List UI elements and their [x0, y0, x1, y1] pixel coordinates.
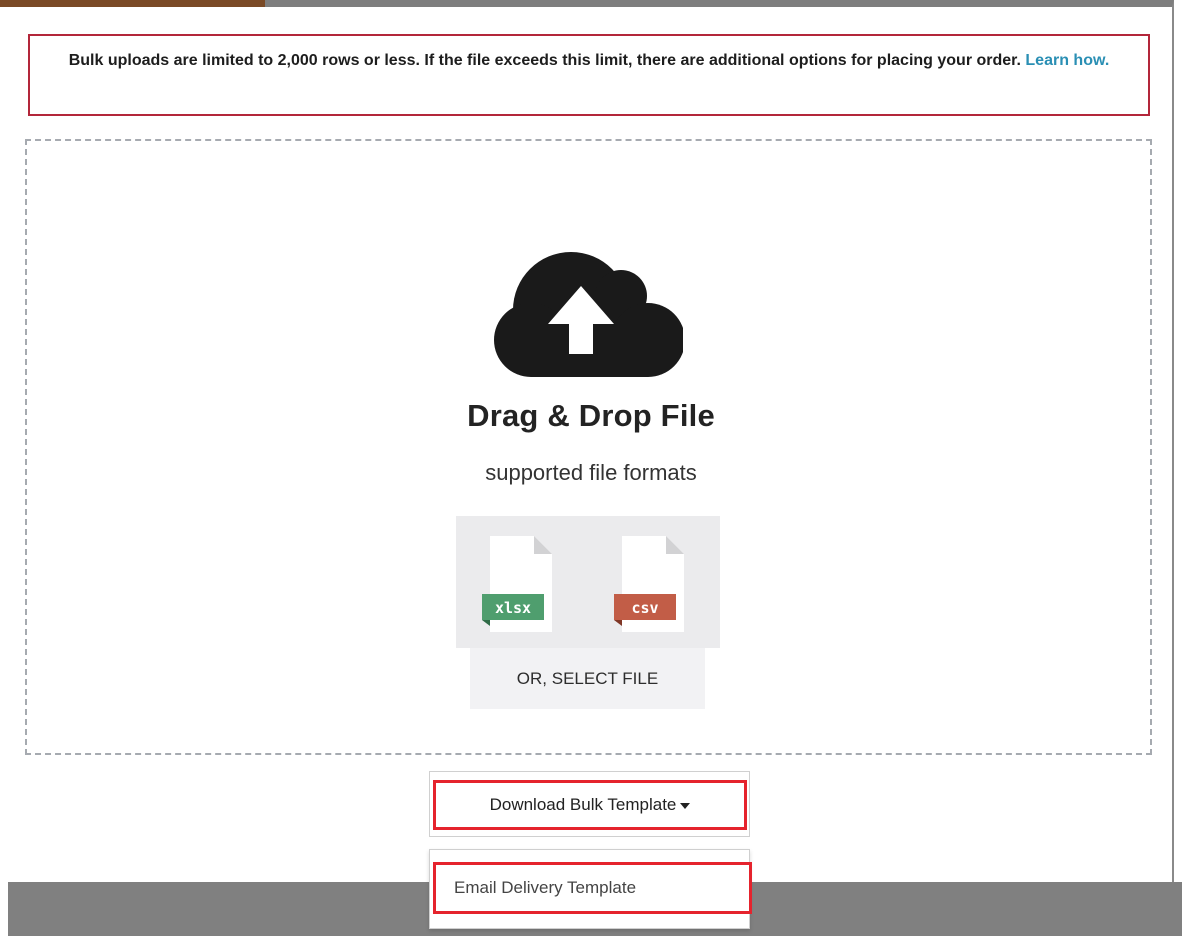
bulk-limit-notice: Bulk uploads are limited to 2,000 rows o… [28, 34, 1150, 116]
dropzone-title: Drag & Drop File [467, 398, 715, 433]
supported-formats-box: xlsx csv [456, 516, 720, 648]
learn-how-link[interactable]: Learn how. [1025, 52, 1109, 69]
email-delivery-template-item[interactable]: Email Delivery Template [433, 862, 752, 914]
dropzone-subtitle: supported file formats [485, 460, 697, 485]
caret-down-icon [680, 802, 691, 809]
download-bulk-template-button[interactable]: Download Bulk Template [433, 780, 747, 830]
download-button-label: Download Bulk Template [489, 795, 677, 814]
notice-text: Bulk uploads are limited to 2,000 rows o… [68, 52, 1021, 69]
xlsx-label: xlsx [495, 599, 531, 617]
select-file-button[interactable]: OR, SELECT FILE [470, 648, 705, 709]
cloud-upload-icon [494, 252, 683, 377]
csv-label: csv [631, 599, 658, 617]
xlsx-file-icon: xlsx [482, 536, 552, 632]
csv-file-icon: csv [614, 536, 684, 632]
progress-accent-bar [0, 0, 265, 7]
